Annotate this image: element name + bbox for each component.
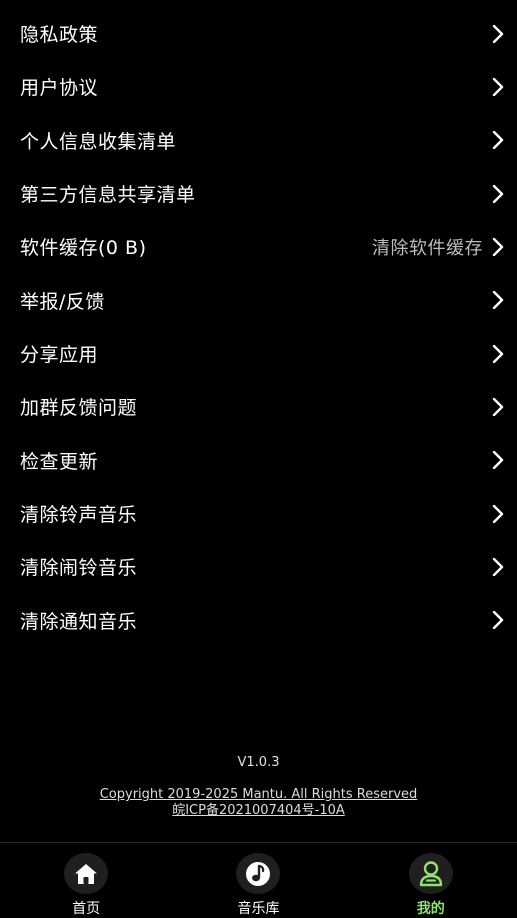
menu-item-label: 分享应用 [20, 344, 99, 367]
settings-menu-list: 隐私政策 用户协议 个人信息收集清单 第三方信息共享清单 软件缓存(0 B) 清… [0, 7, 517, 647]
chevron-right-icon [489, 24, 507, 44]
menu-item-user-agreement[interactable]: 用户协议 [0, 60, 517, 113]
chevron-right-icon [489, 610, 507, 630]
menu-item-third-party-sharing-list[interactable]: 第三方信息共享清单 [0, 167, 517, 220]
chevron-right-icon [489, 237, 507, 257]
copyright-text: Copyright 2019-2025 Mantu. All Rights Re… [99, 787, 418, 802]
menu-item-privacy-policy[interactable]: 隐私政策 [0, 7, 517, 60]
clear-cache-button[interactable]: 清除软件缓存 [372, 234, 483, 260]
tab-music-library[interactable]: 音乐库 [172, 843, 344, 918]
tab-label: 音乐库 [237, 901, 280, 917]
menu-item-clear-ringtone-music[interactable]: 清除铃声音乐 [0, 487, 517, 540]
tab-label: 首页 [72, 901, 101, 917]
tab-home[interactable]: 首页 [0, 843, 172, 918]
chevron-right-icon [489, 290, 507, 310]
chevron-right-icon [489, 397, 507, 417]
menu-item-label: 隐私政策 [20, 24, 99, 47]
menu-item-label: 用户协议 [20, 77, 99, 100]
menu-item-label: 第三方信息共享清单 [20, 184, 196, 207]
chevron-right-icon [489, 557, 507, 577]
menu-item-share-app[interactable]: 分享应用 [0, 327, 517, 380]
menu-item-report-feedback[interactable]: 举报/反馈 [0, 274, 517, 327]
home-icon [64, 853, 109, 894]
chevron-right-icon [489, 77, 507, 97]
chevron-right-icon [489, 184, 507, 204]
bottom-tab-bar: 首页 音乐库 我的 [0, 842, 517, 918]
icp-license-link[interactable]: 皖ICP备2021007404号-10A [0, 803, 517, 819]
menu-item-label: 清除铃声音乐 [20, 504, 138, 527]
menu-item-app-cache[interactable]: 软件缓存(0 B) 清除软件缓存 [0, 220, 517, 273]
menu-item-label: 清除闹铃音乐 [20, 557, 138, 580]
clipped-header-fragment [446, 0, 496, 2]
settings-screen: 隐私政策 用户协议 个人信息收集清单 第三方信息共享清单 软件缓存(0 B) 清… [0, 0, 517, 918]
chevron-right-icon [489, 344, 507, 364]
menu-item-label: 加群反馈问题 [20, 397, 138, 420]
music-note-icon [236, 853, 281, 894]
app-version: V1.0.3 [237, 755, 280, 770]
menu-item-label: 个人信息收集清单 [20, 130, 177, 153]
menu-item-label: 软件缓存(0 B) [20, 237, 147, 260]
menu-item-join-group-feedback[interactable]: 加群反馈问题 [0, 380, 517, 433]
menu-item-personal-info-list[interactable]: 个人信息收集清单 [0, 114, 517, 167]
menu-item-label: 举报/反馈 [20, 290, 105, 313]
tab-mine[interactable]: 我的 [345, 843, 517, 918]
menu-item-label: 检查更新 [20, 450, 99, 473]
menu-item-clear-alarm-music[interactable]: 清除闹铃音乐 [0, 540, 517, 593]
user-icon [408, 853, 453, 894]
menu-item-label: 清除通知音乐 [20, 610, 138, 633]
copyright-block: Copyright 2019-2025 Mantu. All Rights Re… [0, 787, 517, 819]
menu-item-clear-notification-music[interactable]: 清除通知音乐 [0, 594, 517, 647]
chevron-right-icon [489, 130, 507, 150]
tab-label: 我的 [416, 901, 445, 917]
chevron-right-icon [489, 450, 507, 470]
chevron-right-icon [489, 504, 507, 524]
menu-item-check-update[interactable]: 检查更新 [0, 434, 517, 487]
